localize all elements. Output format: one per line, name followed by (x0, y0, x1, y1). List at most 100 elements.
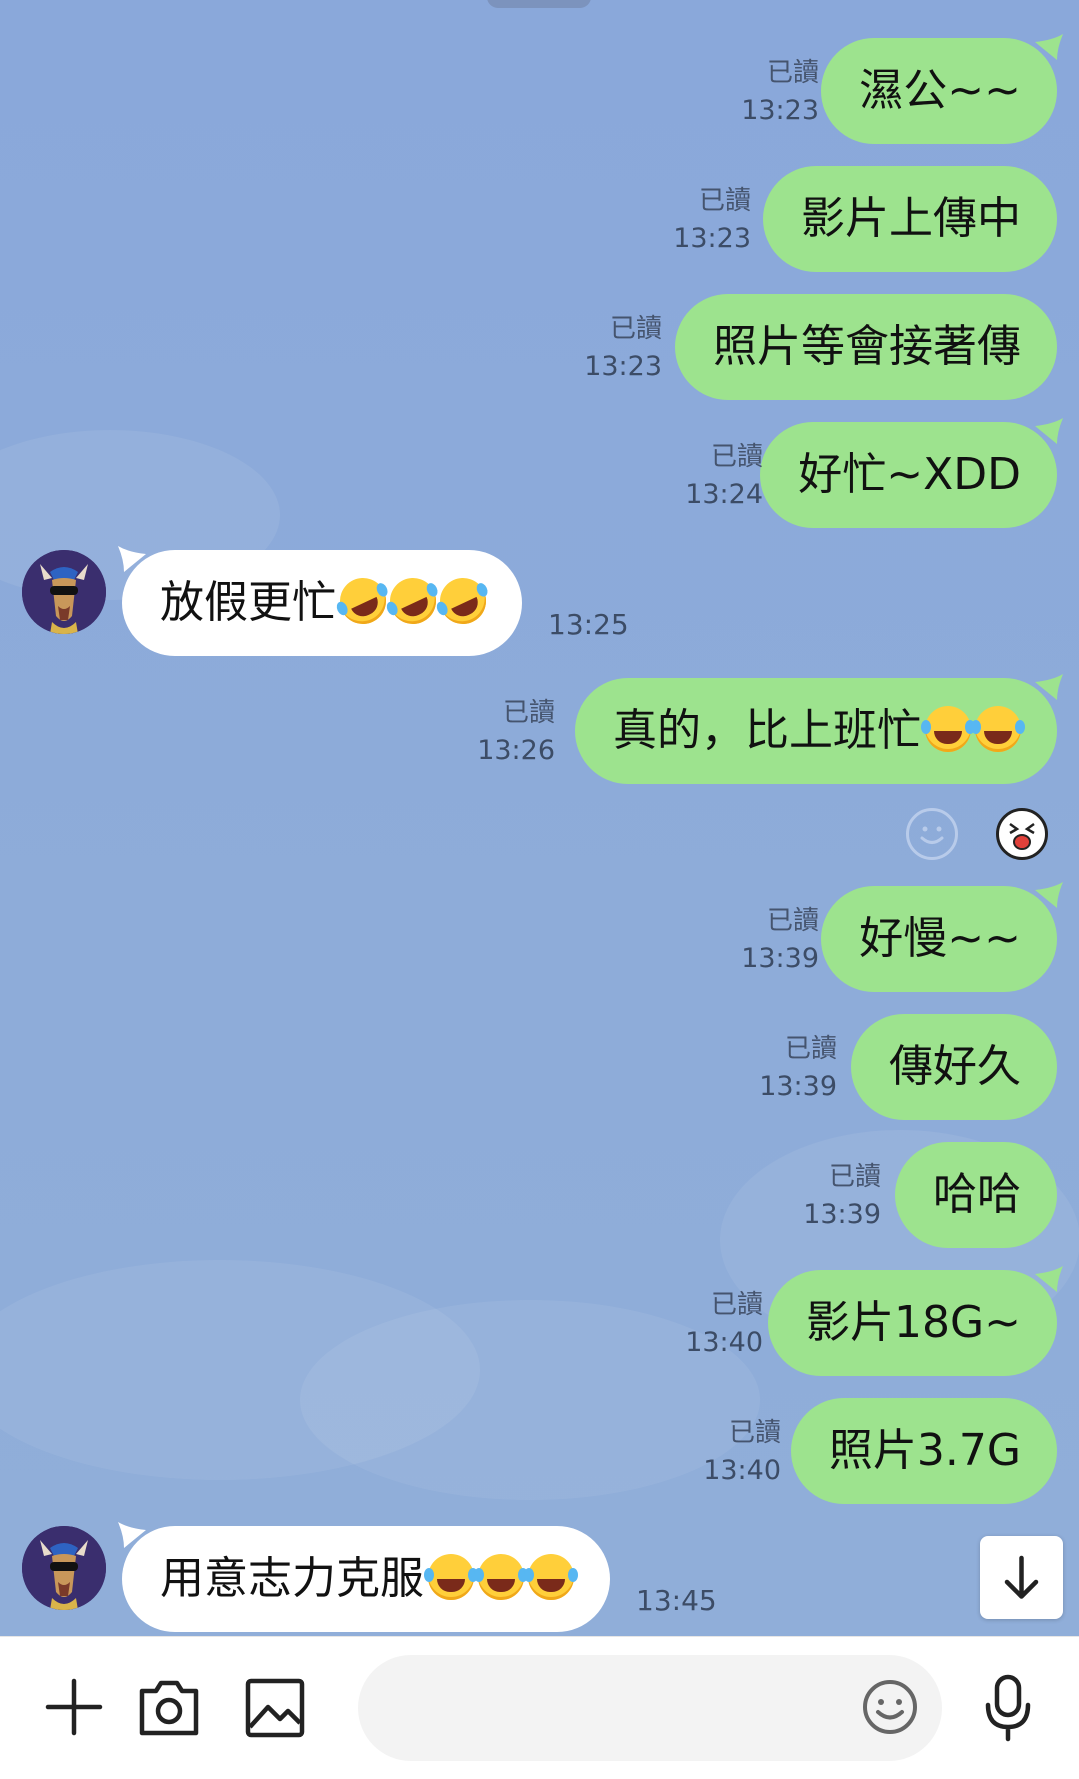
message-row-outgoing: 照片3.7G 已讀 13:40 (703, 1398, 1057, 1504)
message-meta: 已讀 13:24 (685, 438, 763, 514)
message-bubble[interactable]: 好慢~~ (821, 886, 1057, 992)
rolling-laughing-emoji-icon (432, 570, 494, 632)
read-receipt: 已讀 (502, 698, 555, 728)
message-meta: 已讀 13:39 (741, 902, 819, 978)
message-meta: 已讀 13:26 (477, 694, 555, 770)
avatar[interactable] (22, 1526, 106, 1610)
smiley-icon[interactable] (860, 1677, 920, 1737)
message-meta: 已讀 13:39 (803, 1158, 881, 1234)
bubble-tail (1035, 418, 1063, 444)
sticker-face-icon[interactable] (996, 808, 1048, 860)
message-time: 13:24 (685, 479, 763, 510)
message-meta: 已讀 13:40 (703, 1414, 781, 1490)
read-receipt: 已讀 (728, 1418, 781, 1448)
image-icon[interactable] (244, 1677, 306, 1739)
message-meta: 已讀 13:23 (741, 54, 819, 130)
message-row-outgoing: 照片等會接著傳 已讀 13:23 (584, 294, 1057, 400)
message-text: 用意志力克服 (160, 1553, 424, 1604)
message-text: 放假更忙 (160, 577, 336, 628)
message-bubble[interactable]: 照片3.7G (790, 1398, 1057, 1504)
message-row-outgoing: 好慢~~ 已讀 13:39 (741, 882, 1063, 992)
message-bubble[interactable]: 用意志力克服 (122, 1526, 610, 1632)
message-text: 哈哈 (933, 1169, 1021, 1220)
message-bubble[interactable]: 影片18G~ (768, 1270, 1057, 1376)
message-row-outgoing: 傳好久 已讀 13:39 (759, 1014, 1057, 1120)
message-bubble[interactable]: 傳好久 (851, 1014, 1057, 1120)
bubble-tail (1035, 1266, 1063, 1292)
read-receipt: 已讀 (710, 1290, 763, 1320)
read-receipt: 已讀 (710, 442, 763, 472)
message-time: 13:23 (741, 95, 819, 126)
read-receipt: 已讀 (698, 186, 751, 216)
message-row-outgoing: 濕公~~ 已讀 13:23 (741, 34, 1063, 144)
chat-area[interactable]: 濕公~~ 已讀 13:23 影片上傳中 已讀 13:23 照片等會接著傳 已讀 … (0, 0, 1079, 1636)
message-text: 好忙~XDD (798, 449, 1021, 500)
message-bubble[interactable]: 好忙~XDD (760, 422, 1057, 528)
bubble-tail (1035, 674, 1063, 700)
read-receipt: 已讀 (766, 906, 819, 936)
tears-of-joy-emoji-icon (524, 1554, 574, 1600)
message-text: 真的，比上班忙 (613, 705, 921, 756)
message-row-outgoing: 哈哈 已讀 13:39 (803, 1142, 1057, 1248)
add-reaction-icon[interactable] (906, 808, 958, 860)
rolling-laughing-emoji-icon (332, 570, 394, 632)
message-row-outgoing: 影片上傳中 已讀 13:23 (673, 166, 1057, 272)
message-bubble[interactable]: 哈哈 (895, 1142, 1057, 1248)
message-text: 影片18G~ (806, 1297, 1021, 1348)
read-receipt: 已讀 (766, 58, 819, 88)
avatar[interactable] (22, 550, 106, 634)
message-meta: 已讀 13:23 (673, 182, 751, 258)
scroll-to-bottom-button[interactable] (980, 1536, 1063, 1619)
message-time: 13:40 (685, 1327, 763, 1358)
message-row-incoming: 用意志力克服 (118, 1522, 620, 1632)
message-text: 影片上傳中 (801, 193, 1021, 244)
message-time: 13:45 (636, 1584, 717, 1617)
read-receipt: 已讀 (609, 314, 662, 344)
rolling-laughing-emoji-icon (382, 570, 444, 632)
bubble-tail (1035, 34, 1063, 60)
tears-of-joy-emoji-icon (971, 706, 1021, 752)
message-time: 13:40 (703, 1455, 781, 1486)
message-bubble[interactable]: 濕公~~ (821, 38, 1057, 144)
deer-avatar-icon (22, 550, 106, 634)
message-bubble[interactable]: 真的，比上班忙 (575, 678, 1057, 784)
message-time: 13:39 (759, 1071, 837, 1102)
message-bubble[interactable]: 放假更忙 (122, 550, 522, 656)
camera-icon[interactable] (136, 1677, 202, 1737)
message-time: 13:26 (477, 735, 555, 766)
bubble-tail (1035, 882, 1063, 908)
message-time: 13:39 (741, 943, 819, 974)
deer-avatar-icon (22, 1526, 106, 1610)
tears-of-joy-emoji-icon (474, 1554, 524, 1600)
read-receipt: 已讀 (784, 1034, 837, 1064)
message-text: 傳好久 (889, 1041, 1021, 1092)
message-text: 照片3.7G (828, 1425, 1021, 1476)
tears-of-joy-emoji-icon (921, 706, 971, 752)
message-bubble[interactable]: 影片上傳中 (763, 166, 1057, 272)
message-time: 13:23 (584, 351, 662, 382)
bubble-tail (118, 1522, 146, 1548)
message-text: 濕公~~ (859, 65, 1021, 116)
arrow-down-icon (1004, 1555, 1039, 1599)
message-row-outgoing: 影片18G~ 已讀 13:40 (685, 1266, 1063, 1376)
message-input-bar (0, 1636, 1079, 1779)
top-handle (487, 0, 591, 8)
plus-icon[interactable] (44, 1677, 104, 1737)
message-time: 13:23 (673, 223, 751, 254)
message-time: 13:39 (803, 1199, 881, 1230)
message-input[interactable] (358, 1655, 942, 1761)
message-meta: 已讀 13:39 (759, 1030, 837, 1106)
message-meta: 已讀 13:40 (685, 1286, 763, 1362)
message-row-outgoing: 好忙~XDD 已讀 13:24 (685, 418, 1063, 528)
message-bubble[interactable]: 照片等會接著傳 (675, 294, 1057, 400)
microphone-icon[interactable] (980, 1673, 1036, 1743)
message-text: 照片等會接著傳 (713, 321, 1021, 372)
message-text: 好慢~~ (859, 913, 1021, 964)
tears-of-joy-emoji-icon (424, 1554, 474, 1600)
message-time: 13:25 (548, 608, 629, 641)
message-row-incoming: 放假更忙 (118, 546, 532, 656)
read-receipt: 已讀 (828, 1162, 881, 1192)
message-row-outgoing: 真的，比上班忙 已讀 13:26 (477, 674, 1063, 784)
message-meta: 已讀 13:23 (584, 310, 662, 386)
bubble-tail (118, 546, 146, 572)
